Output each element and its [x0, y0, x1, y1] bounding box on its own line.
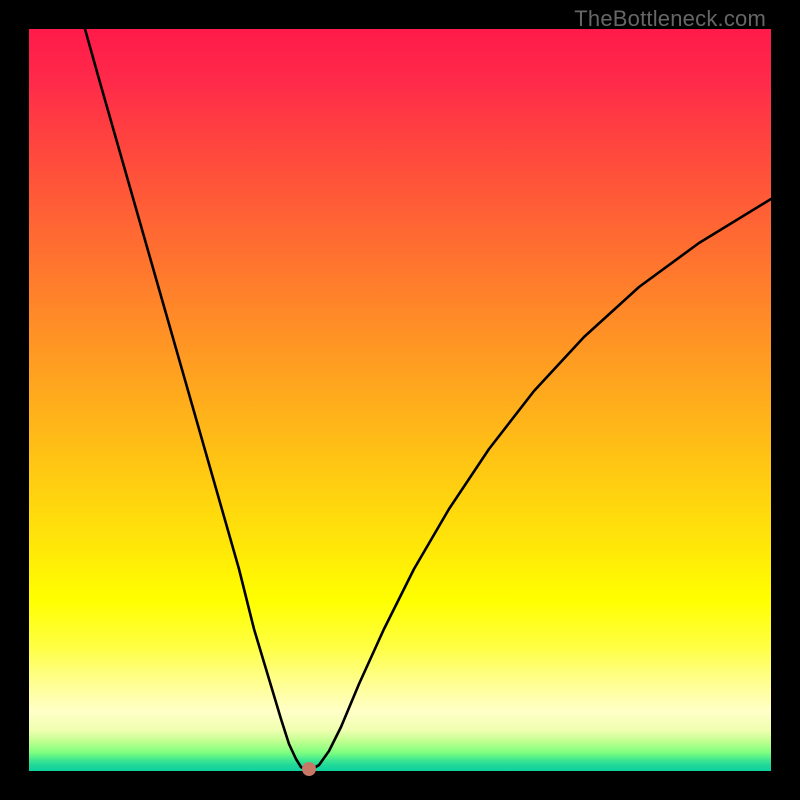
gradient-background [29, 29, 771, 771]
optimal-point-marker [302, 762, 316, 776]
chart-container: TheBottleneck.com [0, 0, 800, 800]
plot-area [29, 29, 771, 771]
watermark-text: TheBottleneck.com [574, 6, 766, 32]
